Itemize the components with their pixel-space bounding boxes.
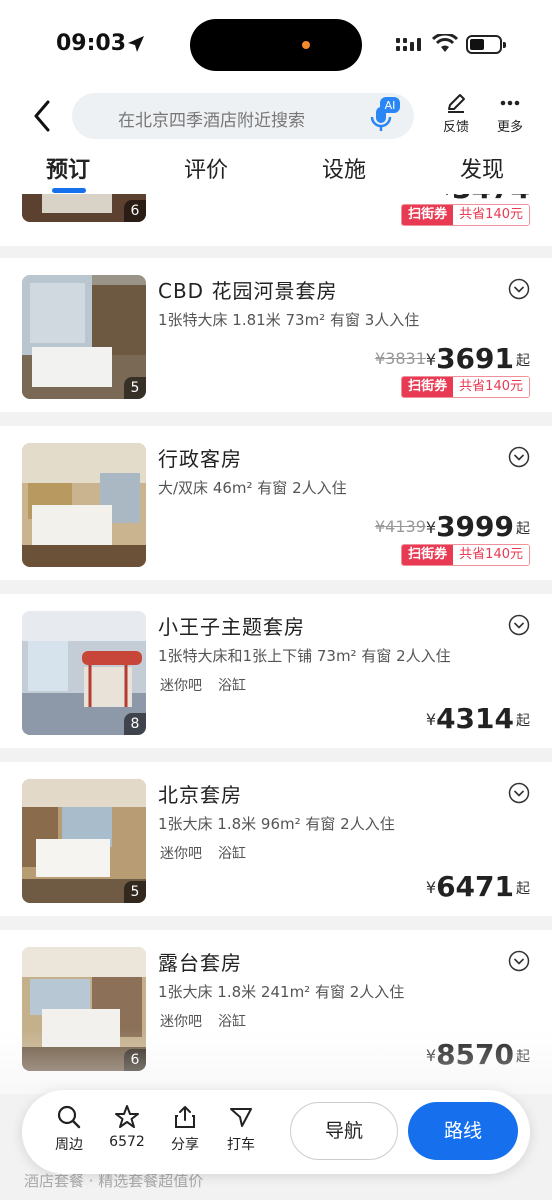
price-line: ¥4139¥3999 起: [374, 510, 530, 543]
price-line: ¥4314 起: [425, 702, 530, 735]
room-tags: 迷你吧 浴缸: [160, 675, 262, 695]
bottom-action-bar: 周边 6572 分享 打车 导航 路线: [22, 1090, 530, 1174]
coupon-badge: 扫街券 共省140元: [401, 204, 530, 226]
coupon-badge: 扫街券 共省140元: [401, 376, 530, 398]
active-tab-indicator: [52, 188, 86, 193]
price-line: ¥6471 起: [425, 870, 530, 903]
room-description: 1张大床 1.8米 96m² 有窗 2人入住: [158, 815, 395, 833]
room-description: 1张特大床和1张上下铺 73m² 有窗 2人入住: [158, 647, 451, 665]
taxi-icon: [230, 1108, 252, 1127]
more-button[interactable]: 更多: [488, 92, 532, 135]
chevron-down-icon[interactable]: [508, 782, 530, 804]
more-dots-icon: [500, 100, 520, 106]
search-placeholder: 在北京四季酒店附近搜索: [118, 111, 305, 131]
room-card[interactable]: 行政客房 大/双床 46m² 有窗 2人入住 ¥4139¥3999 起 扫街券 共省…: [0, 426, 552, 580]
navigate-button[interactable]: 导航: [290, 1102, 398, 1160]
wifi-icon: [432, 34, 458, 52]
status-time: 09:03: [56, 31, 127, 56]
coupon-badge: 扫街券 共省140元: [401, 544, 530, 566]
tab-bar: 预订 评价 设施 发现: [0, 144, 552, 194]
room-photo[interactable]: 5: [22, 275, 146, 399]
tag-minibar: 迷你吧: [160, 678, 202, 694]
taxi-label: 打车: [227, 1137, 255, 1153]
chevron-down-icon[interactable]: [508, 446, 530, 468]
feedback-button[interactable]: 反馈: [434, 92, 478, 135]
photo-count: 8: [124, 713, 146, 735]
tag-minibar: 迷你吧: [160, 846, 202, 862]
room-name: CBD 花园河景套房: [158, 279, 338, 303]
location-arrow-icon: [128, 36, 144, 52]
route-button[interactable]: 路线: [408, 1102, 518, 1160]
room-photo[interactable]: 6: [22, 194, 146, 222]
tab-facilities[interactable]: 设施: [322, 152, 366, 184]
nearby-label: 周边: [55, 1137, 83, 1153]
search-header: 在北京四季酒店附近搜索 AI 反馈 更多: [0, 88, 552, 144]
pencil-icon: [448, 94, 465, 113]
original-price: ¥3831: [374, 349, 426, 368]
feedback-label: 反馈: [442, 120, 469, 135]
room-description: 1张特大床 1.81米 73m² 有窗 3人入住: [158, 311, 420, 329]
room-photo[interactable]: 8: [22, 611, 146, 735]
room-description: 1张大床 1.8米 241m² 有窗 2人入住: [158, 983, 405, 1001]
room-photo[interactable]: [22, 443, 146, 567]
tag-bathtub: 浴缸: [218, 846, 246, 862]
tag-bathtub: 浴缸: [218, 1014, 246, 1030]
favorite-button[interactable]: 6572: [102, 1104, 152, 1150]
original-price: ¥3614: [391, 194, 442, 198]
room-name: 北京套房: [158, 783, 242, 807]
price-line: ¥3831¥3691 起: [374, 342, 530, 375]
share-label: 分享: [171, 1137, 199, 1153]
star-icon: [115, 1105, 139, 1128]
chevron-down-icon[interactable]: [508, 278, 530, 300]
room-name: 露台套房: [158, 951, 242, 975]
dynamic-island: [190, 19, 362, 71]
back-arrow-icon[interactable]: [28, 98, 58, 134]
taxi-button[interactable]: 打车: [216, 1104, 266, 1154]
battery-icon: [466, 35, 506, 54]
room-card[interactable]: 8 小王子主题套房 1张特大床和1张上下铺 73m² 有窗 2人入住 迷你吧 浴缸…: [0, 594, 552, 748]
price: 3999: [436, 510, 514, 543]
room-name: 行政客房: [158, 447, 242, 471]
original-price: ¥4139: [374, 517, 426, 536]
share-button[interactable]: 分享: [160, 1104, 210, 1154]
share-icon: [175, 1106, 195, 1128]
tab-booking[interactable]: 预订: [46, 152, 90, 184]
chevron-down-icon[interactable]: [508, 950, 530, 972]
status-bar: 09:03: [0, 0, 552, 88]
photo-count: 5: [124, 377, 146, 399]
room-card[interactable]: 6 ¥3614¥3474 扫街券共省140元: [0, 194, 552, 246]
cellular-signal-icon: [396, 38, 421, 51]
tag-bathtub: 浴缸: [218, 678, 246, 694]
ai-voice-icon[interactable]: AI: [366, 97, 400, 133]
tab-reviews[interactable]: 评价: [184, 152, 228, 184]
ai-label: AI: [385, 99, 396, 112]
room-list: 6 ¥3614¥3474 扫街券共省140元 5 CBD 花园河景套房 1张特大…: [0, 194, 552, 1094]
room-card[interactable]: 5 北京套房 1张大床 1.8米 96m² 有窗 2人入住 迷你吧 浴缸 ¥647…: [0, 762, 552, 916]
search-icon: [57, 1105, 81, 1129]
favorite-count: 6572: [109, 1134, 145, 1150]
room-description: 大/双床 46m² 有窗 2人入住: [158, 479, 347, 497]
room-photo[interactable]: 5: [22, 779, 146, 903]
room-tags: 迷你吧 浴缸: [160, 1011, 262, 1031]
room-name: 小王子主题套房: [158, 615, 305, 639]
room-card[interactable]: 5 CBD 花园河景套房 1张特大床 1.81米 73m² 有窗 3人入住 ¥3…: [0, 258, 552, 412]
search-input[interactable]: 在北京四季酒店附近搜索 AI: [72, 93, 414, 139]
price: 4314: [436, 702, 514, 735]
tab-discover[interactable]: 发现: [460, 152, 504, 184]
more-label: 更多: [496, 120, 523, 135]
price: 3691: [436, 342, 514, 375]
price: 6471: [436, 870, 514, 903]
room-tags: 迷你吧 浴缸: [160, 843, 262, 863]
photo-count: 6: [124, 200, 146, 222]
nearby-button[interactable]: 周边: [44, 1104, 94, 1154]
chevron-down-icon[interactable]: [508, 614, 530, 636]
tag-minibar: 迷你吧: [160, 1014, 202, 1030]
photo-count: 5: [124, 881, 146, 903]
